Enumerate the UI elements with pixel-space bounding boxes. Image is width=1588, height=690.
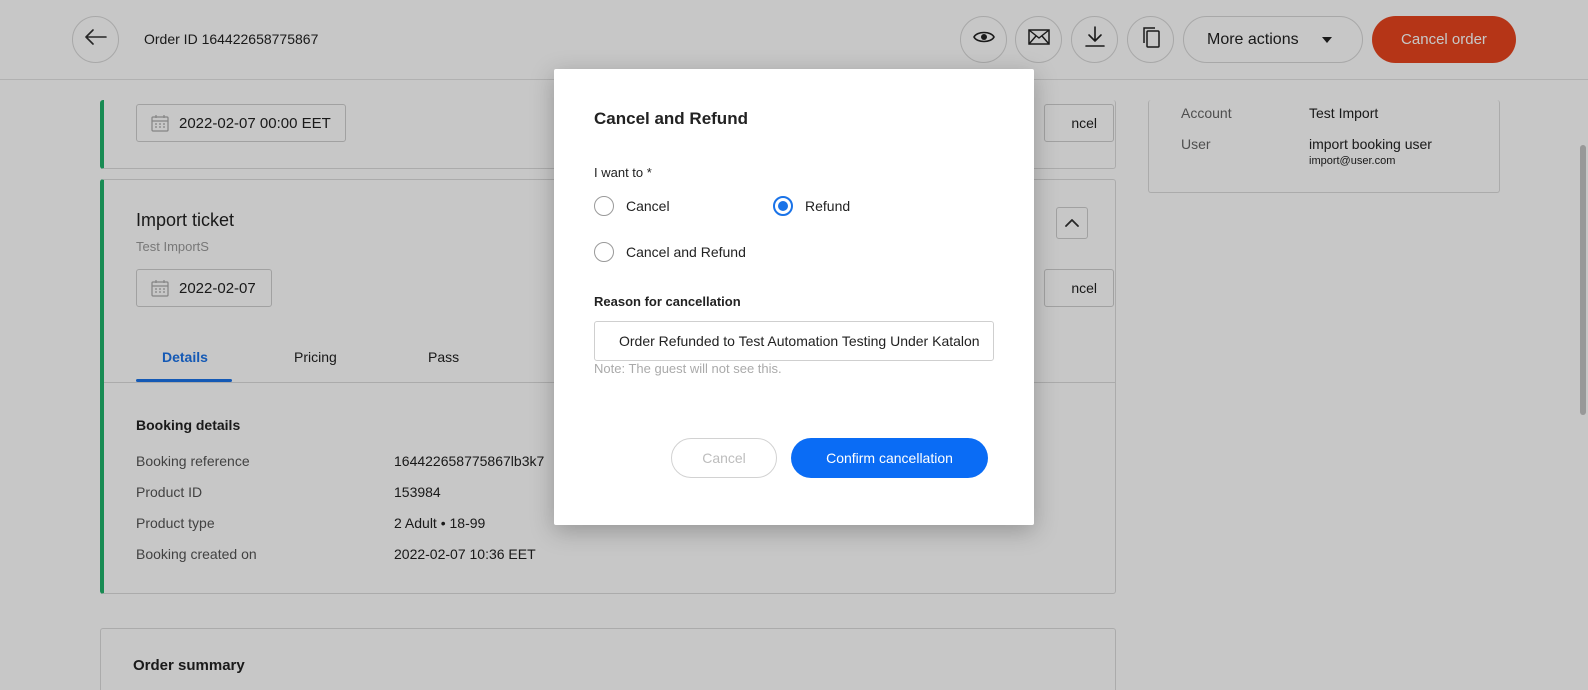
reason-label: Reason for cancellation (594, 294, 741, 309)
radio-refund[interactable] (773, 196, 793, 216)
reason-note: Note: The guest will not see this. (594, 361, 782, 376)
radio-refund-label: Refund (805, 198, 851, 214)
radio-cancel-and-refund-label: Cancel and Refund (626, 244, 746, 260)
cancel-refund-modal: Cancel and Refund I want to * Cancel Ref… (554, 69, 1034, 525)
radio-selected-dot (778, 201, 788, 211)
page-scrollbar[interactable] (1580, 145, 1586, 415)
radio-cancel-label: Cancel (626, 198, 670, 214)
radio-cancel-and-refund[interactable] (594, 242, 614, 262)
radio-option-cancel[interactable]: Cancel (594, 196, 670, 216)
modal-cancel-button[interactable]: Cancel (671, 438, 777, 478)
radio-option-refund[interactable]: Refund (773, 196, 850, 216)
radio-option-cancel-and-refund[interactable]: Cancel and Refund (594, 242, 746, 262)
reason-input[interactable] (594, 321, 994, 361)
i-want-to-label: I want to * (594, 165, 652, 180)
modal-title: Cancel and Refund (594, 109, 748, 128)
radio-cancel[interactable] (594, 196, 614, 216)
confirm-cancellation-button[interactable]: Confirm cancellation (791, 438, 988, 478)
